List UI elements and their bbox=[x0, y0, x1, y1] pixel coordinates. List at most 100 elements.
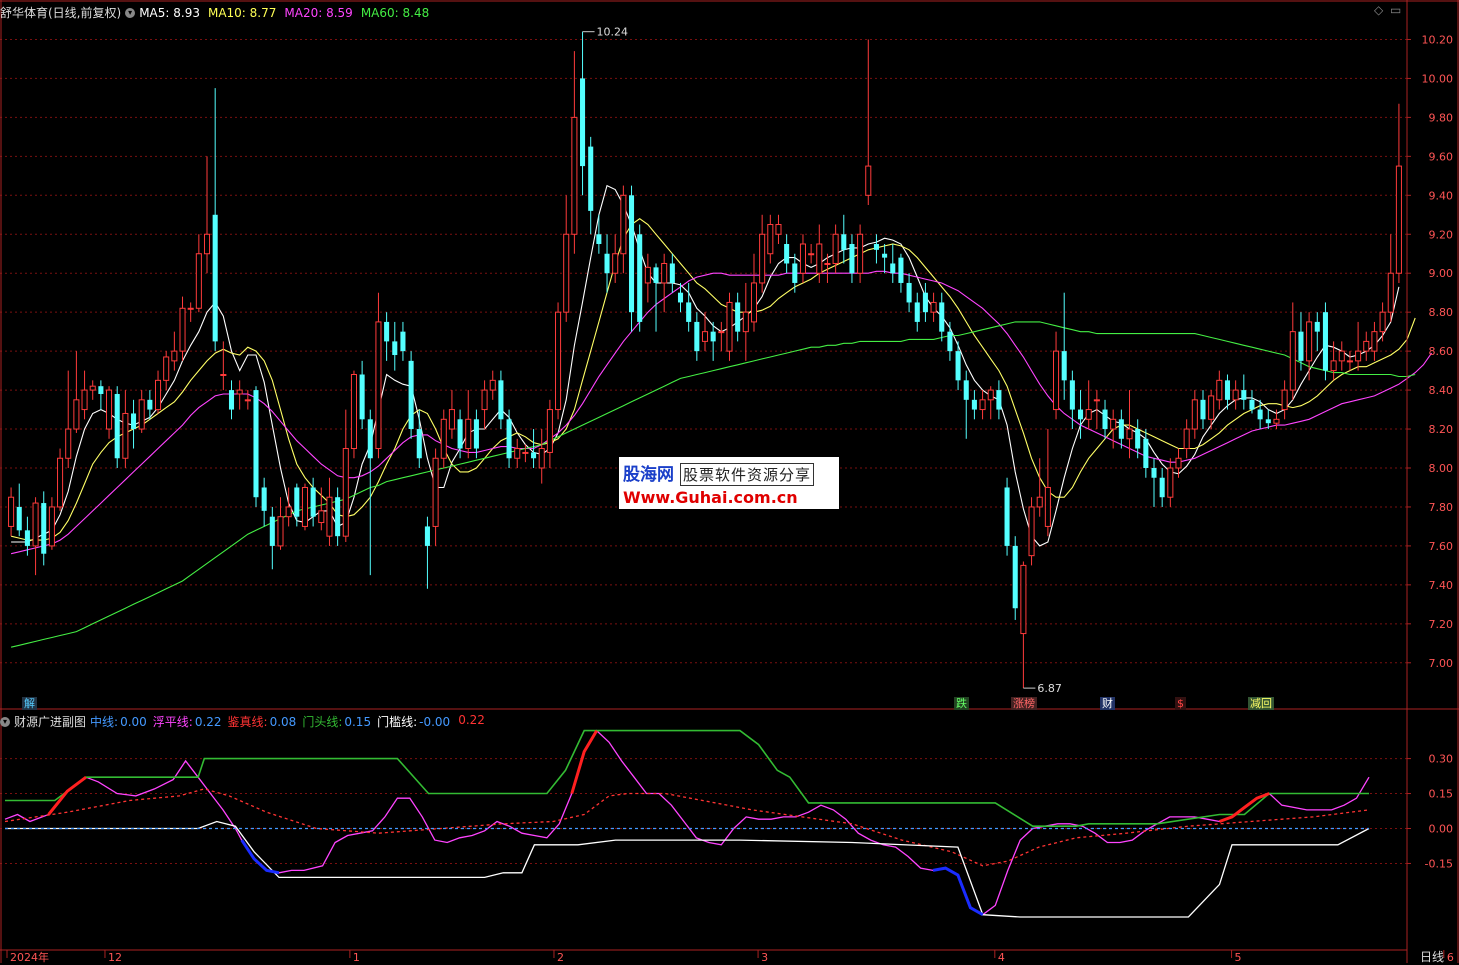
sub-legend-label: 门槛线: bbox=[377, 715, 418, 729]
candle-body bbox=[1346, 360, 1353, 363]
candle-body bbox=[1143, 438, 1149, 468]
event-marker[interactable]: 涨榜 bbox=[1011, 697, 1037, 710]
candle-body bbox=[1175, 457, 1182, 469]
candle-body bbox=[914, 302, 920, 322]
event-marker[interactable]: 解 bbox=[22, 697, 37, 710]
price-tick-label: 7.40 bbox=[1429, 579, 1454, 592]
main-header: 舒华体育(日线,前复权) ▾ MA5: 8.93 MA10: 8.77 MA20: … bbox=[0, 4, 429, 21]
indicator-line bbox=[5, 820, 1370, 918]
period-label[interactable]: 日线 bbox=[1420, 948, 1444, 965]
candle-body bbox=[131, 413, 137, 430]
event-marker[interactable]: 减回 bbox=[1248, 697, 1274, 710]
price-tick-label: 7.20 bbox=[1429, 618, 1454, 631]
candle-body bbox=[784, 244, 790, 264]
x-tick-label: 5 bbox=[1235, 951, 1242, 963]
sub-title[interactable]: 财源广进副图 bbox=[14, 713, 86, 730]
watermark-slogan: 股票软件资源分享 bbox=[680, 463, 815, 486]
candle-body bbox=[726, 301, 733, 352]
candle-body bbox=[375, 321, 382, 450]
event-marker[interactable]: 财 bbox=[1100, 697, 1115, 710]
candle-body bbox=[1249, 399, 1255, 410]
candle-body bbox=[1314, 321, 1320, 332]
event-marker[interactable]: 跌 bbox=[954, 697, 969, 710]
candle-body bbox=[432, 457, 439, 527]
candle-body bbox=[285, 506, 292, 518]
candle-body bbox=[824, 262, 831, 265]
x-tick-label: 4 bbox=[998, 951, 1005, 963]
price-tick-label: 9.80 bbox=[1429, 111, 1454, 124]
stock-title[interactable]: 舒华体育(日线,前复权) bbox=[0, 4, 121, 21]
candle-body bbox=[187, 307, 194, 310]
indicator-axis: 0.30 0.15 0.00 -0.15 bbox=[1407, 753, 1453, 870]
event-marker[interactable]: $ bbox=[1175, 697, 1186, 710]
restore-icon[interactable]: ▭ bbox=[1390, 3, 1401, 17]
candle-body bbox=[98, 386, 104, 394]
candle-body bbox=[1036, 496, 1043, 508]
sub-legend-value: 0.00 bbox=[120, 715, 147, 729]
price-tick-label: 10.20 bbox=[1422, 33, 1454, 46]
candle-body bbox=[546, 409, 553, 453]
price-tick-label: 9.40 bbox=[1429, 189, 1454, 202]
sub-legend: 中线: 0.00 浮平线: 0.22 鉴真线: 0.08 门头线: 0.15 门槛线: -0.00… bbox=[90, 713, 485, 730]
candle-body bbox=[1395, 165, 1402, 274]
sub-legend-label: 浮平线: bbox=[152, 715, 193, 729]
candle-body bbox=[457, 419, 463, 449]
candle-body bbox=[350, 374, 357, 450]
sub-legend-value: 0.08 bbox=[269, 715, 297, 729]
indicator-line bbox=[5, 729, 1369, 828]
candle-body bbox=[506, 419, 512, 459]
candlesticks bbox=[8, 31, 1402, 689]
settings-circle-icon[interactable]: ▾ bbox=[125, 7, 136, 18]
candle-body bbox=[1183, 428, 1190, 450]
candle-body bbox=[236, 389, 243, 395]
candle-body bbox=[963, 380, 969, 400]
candle-body bbox=[955, 351, 961, 381]
candle-body bbox=[1053, 350, 1060, 411]
candle-body bbox=[939, 302, 945, 332]
candle-body bbox=[106, 389, 113, 430]
candle-body bbox=[1200, 399, 1206, 420]
sub-settings-circle-icon[interactable]: ▾ bbox=[0, 716, 10, 727]
candle-body bbox=[808, 253, 815, 256]
candle-body bbox=[367, 419, 373, 459]
diamond-icon[interactable]: ◇ bbox=[1374, 3, 1383, 17]
candle-body bbox=[277, 516, 284, 547]
sub-header: ▾ 财源广进副图 中线: 0.00 浮平线: 0.22 鉴真线: 0.08 门头线: 0.15… bbox=[0, 713, 485, 730]
candle-body bbox=[1338, 350, 1345, 362]
candle-body bbox=[735, 302, 741, 332]
candle-body bbox=[1273, 418, 1280, 424]
sub-grid bbox=[0, 758, 1407, 864]
price-tick-label: 7.00 bbox=[1429, 657, 1454, 670]
candle-body bbox=[318, 510, 325, 524]
candle-body bbox=[220, 374, 227, 377]
candle-body bbox=[890, 263, 896, 274]
candle-body bbox=[32, 502, 39, 547]
candle-body bbox=[898, 257, 904, 283]
candle-body bbox=[792, 263, 798, 283]
candle-body bbox=[865, 165, 872, 196]
candle-body bbox=[392, 341, 398, 356]
candle-body bbox=[1191, 399, 1198, 430]
candle-body bbox=[1004, 487, 1010, 546]
candle-body bbox=[1257, 409, 1263, 420]
candle-body bbox=[163, 356, 170, 381]
indicator-highlight bbox=[570, 729, 598, 794]
candle-body bbox=[694, 321, 700, 352]
candle-body bbox=[1208, 395, 1215, 420]
candle-body bbox=[122, 412, 129, 459]
candle-body bbox=[244, 399, 251, 402]
candle-body bbox=[759, 233, 766, 284]
candle-body bbox=[1232, 389, 1239, 401]
indicator-line bbox=[4, 788, 1370, 867]
main-grid bbox=[0, 38, 1407, 664]
candle-body bbox=[1118, 419, 1124, 439]
annotation-label: 10.24 bbox=[597, 26, 629, 39]
price-axis: 10.20 10.00 9.80 9.60 9.40 9.20 9.00 8.80 8.60 8.… bbox=[1407, 33, 1454, 670]
candle-body bbox=[212, 214, 218, 342]
candle-body bbox=[596, 234, 602, 244]
candle-body bbox=[203, 233, 211, 255]
candle-body bbox=[1216, 379, 1223, 401]
sub-legend-label: 鉴真线: bbox=[227, 715, 268, 729]
indicator-highlight bbox=[1218, 792, 1270, 823]
candle-body bbox=[1020, 564, 1027, 635]
